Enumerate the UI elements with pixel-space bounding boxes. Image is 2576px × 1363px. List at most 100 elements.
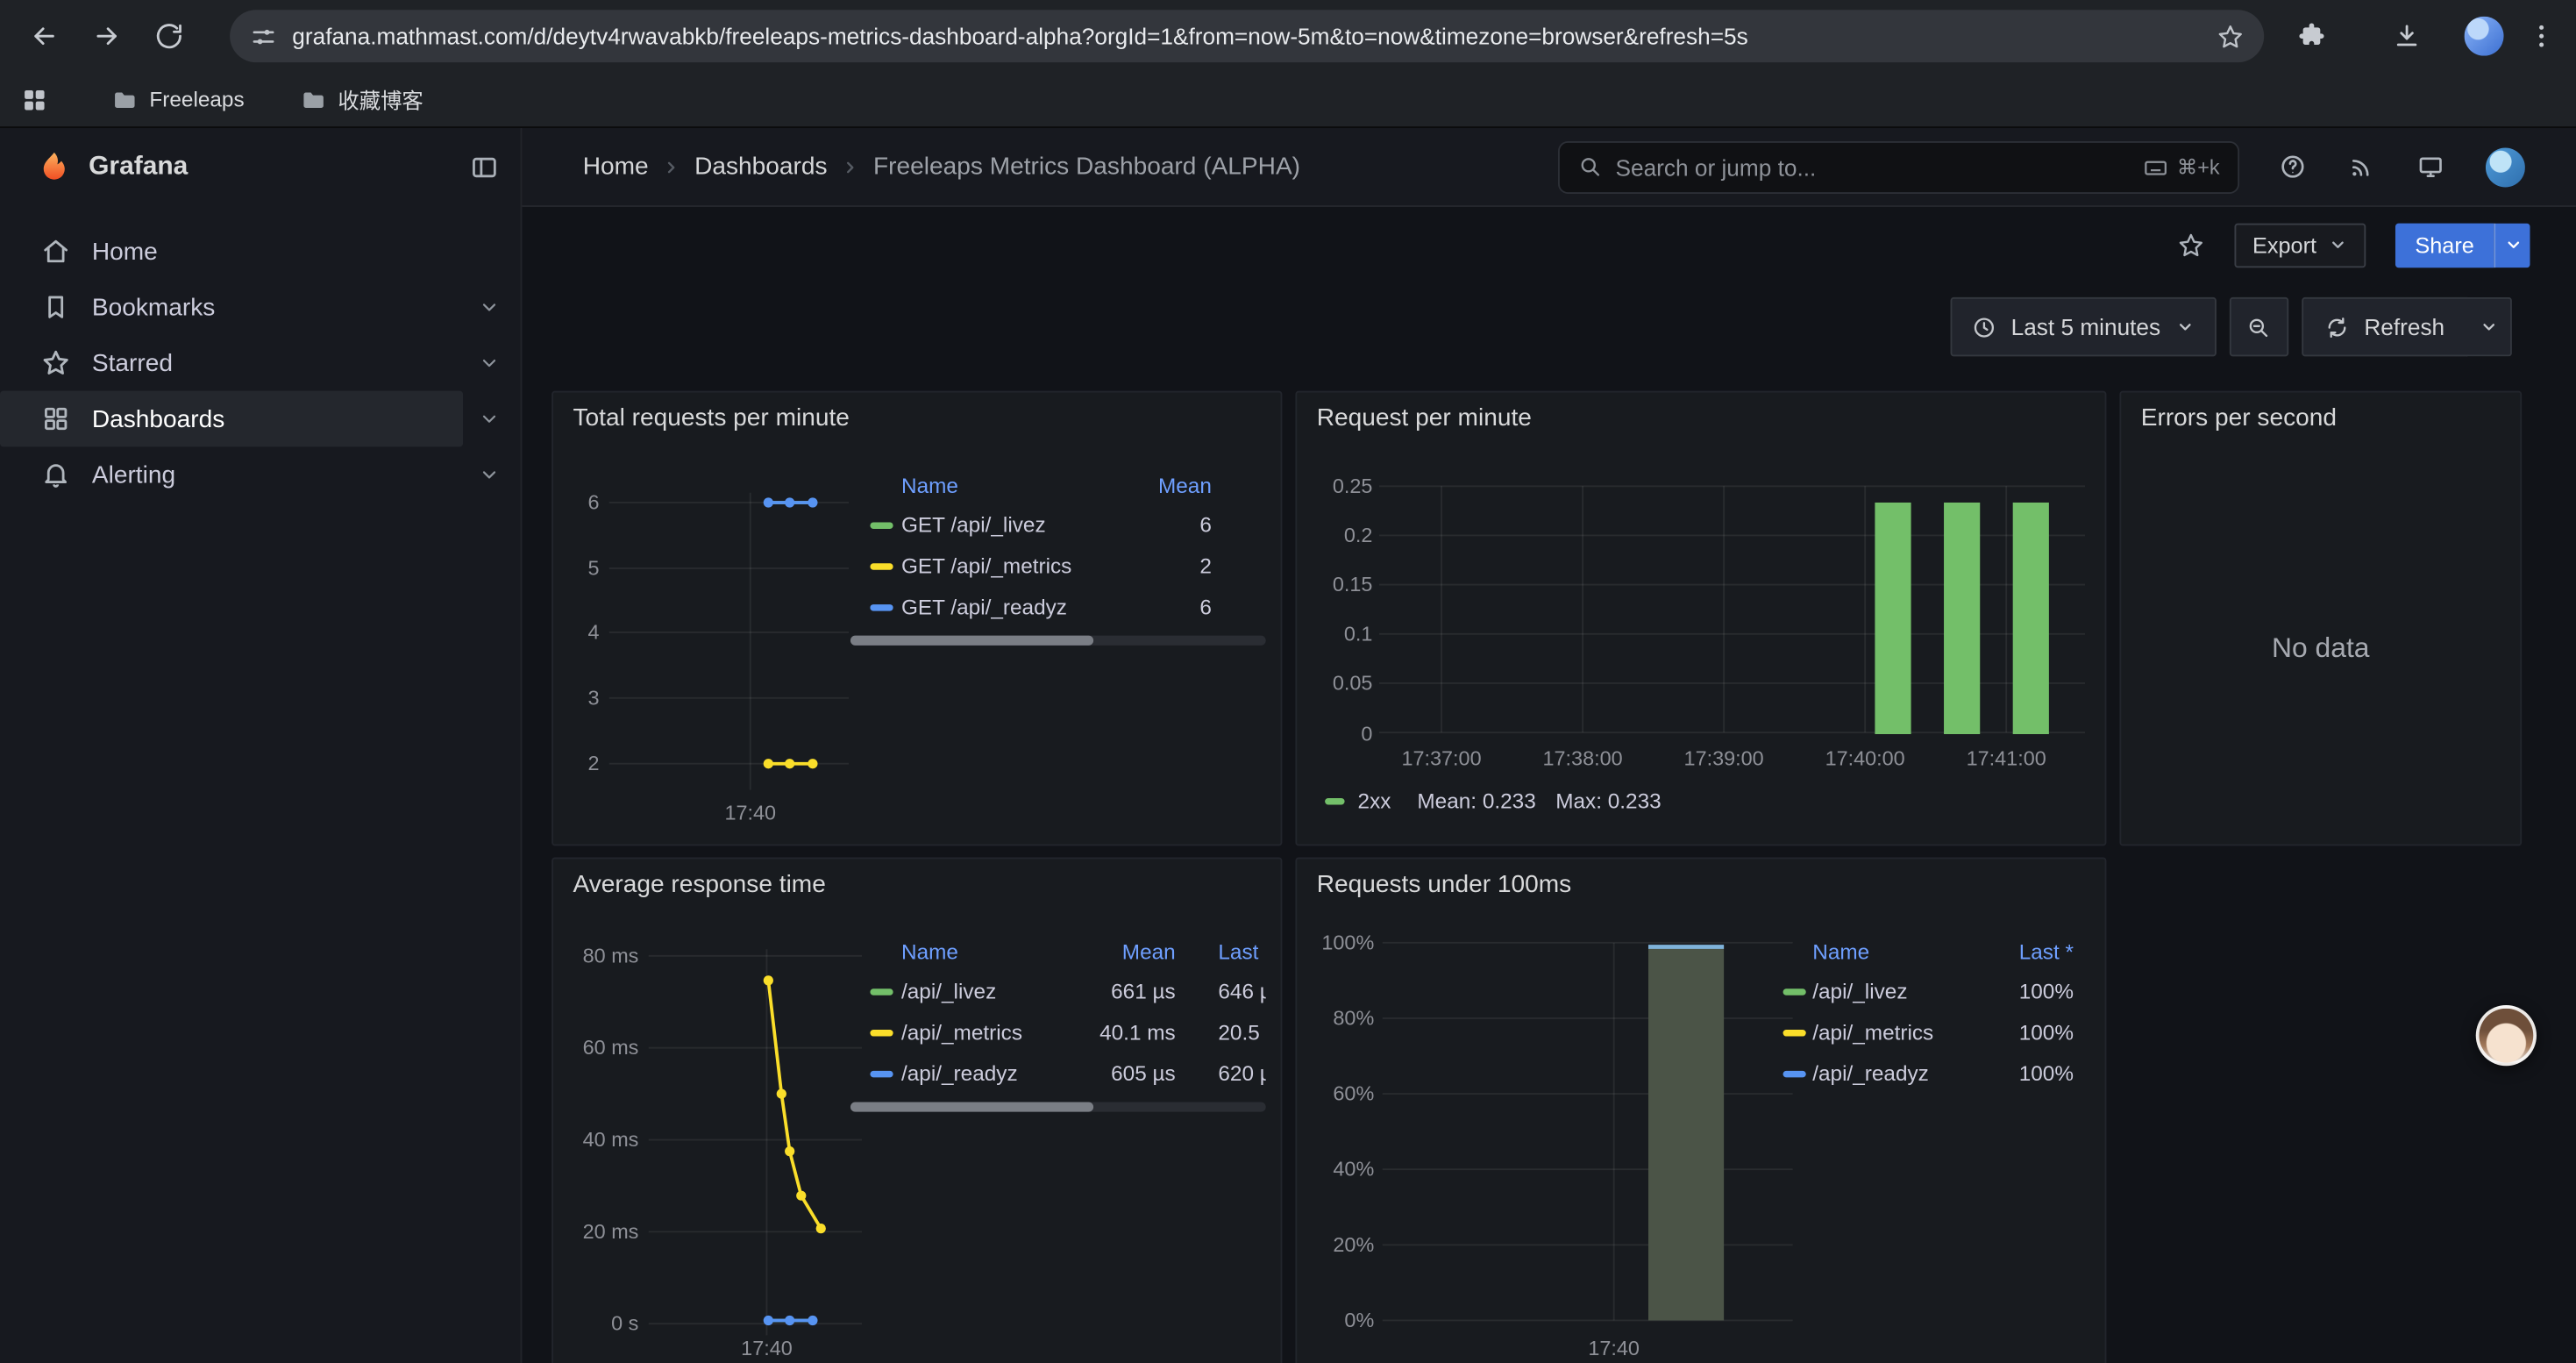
back-button[interactable] <box>17 8 73 64</box>
column-header-last[interactable]: Last * <box>1970 939 2074 964</box>
total-requests-chart[interactable] <box>609 486 849 816</box>
legend-row[interactable]: /api/_metrics 40.1 ms 20.5 ms <box>850 1011 1266 1053</box>
browser-profile-avatar[interactable] <box>2465 17 2504 56</box>
user-avatar[interactable] <box>2486 147 2525 187</box>
series-mean: 6 <box>1121 595 1212 619</box>
column-header-name[interactable]: Name <box>901 939 1046 964</box>
reload-button[interactable] <box>141 8 197 64</box>
legend-row[interactable]: /api/_readyz 605 µs 620 µs <box>850 1053 1266 1094</box>
legend-row[interactable]: /api/_readyz 100% <box>1783 1053 2074 1094</box>
share-menu-button[interactable] <box>2494 223 2530 268</box>
chevron-down-icon[interactable] <box>478 296 501 318</box>
series-name[interactable]: GET /api/_readyz <box>901 595 1114 619</box>
legend-sc rollbar[interactable] <box>850 1102 1266 1111</box>
search-input[interactable] <box>1616 153 2130 180</box>
apps-grid-icon[interactable] <box>19 84 49 114</box>
series-name[interactable]: GET /api/_metrics <box>901 553 1114 578</box>
sidebar-item-alerting[interactable]: Alerting <box>0 446 521 503</box>
grafana-sidebar: Grafana Home Bookmarks Starred <box>0 128 522 1363</box>
chevron-down-icon[interactable] <box>478 463 501 486</box>
sidebar-item-dashboards[interactable]: Dashboards <box>0 391 521 447</box>
panel-title[interactable]: Request per minute <box>1317 404 1532 432</box>
chevron-down-icon <box>2479 317 2498 336</box>
zoom-out-icon <box>2246 315 2271 339</box>
bookmark-item-blogs[interactable]: 收藏博客 <box>287 77 436 122</box>
series-name[interactable]: /api/_metrics <box>901 1020 1046 1045</box>
requests-under-100ms-chart[interactable] <box>1383 931 1793 1334</box>
legend-row[interactable]: GET /api/_metrics 2 <box>850 546 1212 587</box>
panel-total-requests[interactable]: Total requests per minute 6 5 4 3 2 <box>551 391 1282 846</box>
refresh-interval-button[interactable] <box>2466 297 2511 356</box>
export-button[interactable]: Export <box>2234 223 2366 268</box>
sidebar-item-starred[interactable]: Starred <box>0 335 521 391</box>
help-icon[interactable] <box>2279 153 2307 181</box>
url-bar[interactable] <box>230 10 2264 62</box>
url-input[interactable] <box>292 23 2202 49</box>
search-bar[interactable]: ⌘+k <box>1558 140 2239 193</box>
legend-row[interactable]: /api/_livez 661 µs 646 µs <box>850 971 1266 1012</box>
series-color-icon <box>870 522 893 528</box>
favorite-star-icon[interactable] <box>2177 231 2205 259</box>
refresh-button[interactable]: Refresh <box>2302 297 2467 356</box>
scrollbar-thumb[interactable] <box>850 1102 1093 1111</box>
tv-mode-icon[interactable] <box>2416 153 2444 181</box>
chevron-right-icon <box>662 157 681 176</box>
chevron-down-icon[interactable] <box>478 407 501 430</box>
series-name[interactable]: /api/_livez <box>901 979 1046 1003</box>
series-color-icon <box>870 1029 893 1035</box>
column-header-name[interactable]: Name <box>901 473 1114 497</box>
legend-row[interactable]: GET /api/_readyz 6 <box>850 586 1212 627</box>
legend-table: Name Mean GET /api/_livez 6 GET /api/_me… <box>850 467 1266 628</box>
chevron-down-icon <box>2503 235 2523 254</box>
panel-title[interactable]: Total requests per minute <box>573 404 850 432</box>
series-name[interactable]: /api/_metrics <box>1812 1020 1963 1045</box>
site-settings-icon[interactable] <box>250 22 278 50</box>
legend-row[interactable]: GET /api/_livez 6 <box>850 504 1212 546</box>
assistant-avatar[interactable] <box>2476 1005 2537 1066</box>
column-header-mean[interactable]: Mean <box>1121 473 1212 497</box>
downloads-button[interactable] <box>2379 8 2435 64</box>
panel-title[interactable]: Errors per second <box>2141 404 2337 432</box>
column-header-name[interactable]: Name <box>1812 939 1963 964</box>
kebab-menu-icon <box>2527 21 2557 51</box>
column-header-last[interactable]: Last <box>1218 939 1265 964</box>
time-range-label: Last 5 minutes <box>2011 314 2161 340</box>
zoom-out-button[interactable] <box>2230 297 2288 356</box>
sidebar-item-bookmarks[interactable]: Bookmarks <box>0 279 521 335</box>
series-name[interactable]: /api/_readyz <box>1812 1061 1963 1086</box>
legend-row[interactable]: /api/_livez 100% <box>1783 971 2074 1012</box>
grafana-logo-icon[interactable] <box>36 149 72 185</box>
panel-requests-under-100ms[interactable]: Requests under 100ms 100% 80% 60% 40% 20… <box>1295 857 2106 1363</box>
breadcrumb-home[interactable]: Home <box>583 153 649 181</box>
series-name[interactable]: /api/_readyz <box>901 1061 1046 1086</box>
column-header-mean[interactable]: Mean <box>1054 939 1176 964</box>
scrollbar-thumb[interactable] <box>850 636 1093 646</box>
time-range-picker[interactable]: Last 5 minutes <box>1950 297 2216 356</box>
collapse-sidebar-icon[interactable] <box>470 153 500 182</box>
forward-button[interactable] <box>79 8 135 64</box>
series-name[interactable]: GET /api/_livez <box>901 512 1114 537</box>
series-name[interactable]: /api/_livez <box>1812 979 1963 1003</box>
panel-average-response-time[interactable]: Average response time 80 ms 60 ms 40 ms … <box>551 857 1282 1363</box>
rss-icon[interactable] <box>2348 153 2376 181</box>
request-per-minute-chart[interactable] <box>1379 475 2085 734</box>
panel-title[interactable]: Requests under 100ms <box>1317 870 1571 898</box>
panel-request-per-minute[interactable]: Request per minute 0.25 0.2 0.15 0.1 0.0… <box>1295 391 2106 846</box>
home-icon <box>41 237 71 267</box>
forward-arrow-icon <box>92 21 122 51</box>
share-button[interactable]: Share <box>2395 223 2494 268</box>
breadcrumb-dashboards[interactable]: Dashboards <box>694 153 827 181</box>
legend-row[interactable]: /api/_metrics 100% <box>1783 1011 2074 1053</box>
panel-errors-per-second[interactable]: Errors per second No data <box>2119 391 2522 846</box>
chevron-down-icon[interactable] <box>478 352 501 375</box>
extensions-button[interactable] <box>2284 8 2340 64</box>
series-name[interactable]: 2xx <box>1358 789 1391 813</box>
bookmark-item-freeleaps[interactable]: Freeleaps <box>98 80 257 119</box>
browser-menu-button[interactable] <box>2523 8 2559 64</box>
sidebar-item-home[interactable]: Home <box>0 224 521 280</box>
legend-scrollbar[interactable] <box>850 636 1266 646</box>
average-response-time-chart[interactable] <box>649 941 862 1344</box>
panel-title[interactable]: Average response time <box>573 870 826 898</box>
series-last: 646 µs <box>1218 979 1265 1003</box>
bookmark-star-icon[interactable] <box>2217 22 2245 50</box>
